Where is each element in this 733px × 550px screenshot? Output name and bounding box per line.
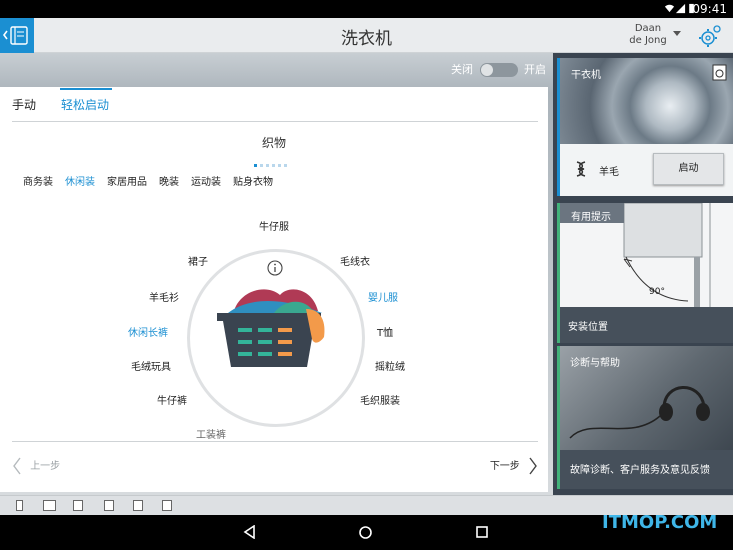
option-skirt[interactable]: 裙子 — [188, 253, 208, 268]
back-button[interactable] — [0, 18, 34, 53]
toggle-on-label: 开启 — [524, 63, 546, 76]
nav-home-icon[interactable] — [358, 525, 373, 540]
help-card[interactable]: 诊断与帮助 故障诊断、客户服务及意见反馈 — [557, 346, 733, 489]
tab-manual[interactable]: 手动 — [12, 96, 36, 113]
page-indicator — [254, 156, 290, 167]
page-dot-active — [254, 164, 257, 167]
dryer-small-icon[interactable] — [133, 500, 143, 511]
dryer-controls: 羊毛 启动 — [560, 144, 733, 196]
user-menu[interactable]: Daan de Jong — [623, 23, 673, 47]
option-workwear[interactable]: 工装裤 — [196, 426, 226, 441]
category-list: 商务装 休闲装 家居用品 晚装 运动装 贴身衣物 — [23, 173, 285, 188]
toggle-knob — [480, 64, 493, 76]
page-dot — [284, 164, 287, 167]
page-dot — [272, 164, 275, 167]
page-dot — [266, 164, 269, 167]
option-sweater[interactable]: 毛线衣 — [340, 253, 370, 268]
fabric-title: 织物 — [261, 136, 286, 150]
category-evening[interactable]: 晚装 — [159, 177, 179, 188]
sidebar: 干衣机 羊毛 启动 有用提示 90° 安装位置 诊断与帮助 故障诊断、客户服务及… — [553, 53, 733, 495]
clock: 09:41 — [692, 2, 727, 16]
chevron-down-icon[interactable] — [673, 31, 681, 36]
toggle-off-label: 关闭 — [451, 63, 473, 76]
option-tshirt[interactable]: T恤 — [377, 324, 393, 339]
power-toggle-row: 关闭 开启 — [451, 61, 546, 77]
start-button[interactable]: 启动 — [653, 153, 724, 185]
tips-card[interactable]: 有用提示 90° 安装位置 — [557, 203, 733, 343]
back-arrow-icon — [3, 26, 28, 45]
page-dot — [278, 164, 281, 167]
next-button[interactable]: 下一步 — [490, 457, 538, 475]
page-dot — [260, 164, 263, 167]
angle-label: 90° — [649, 287, 665, 297]
dishwasher-icon[interactable] — [162, 500, 172, 511]
oven-icon[interactable] — [104, 500, 114, 511]
tips-title: 有用提示 — [571, 212, 611, 223]
easy-start-panel: 手动 轻松启动 织物 商务装 休闲装 家居用品 晚装 运动装 贴身衣物 牛仔服 毛线衣 婴… — [0, 87, 548, 492]
washer-icon[interactable] — [73, 500, 83, 511]
category-home[interactable]: 家居用品 — [107, 177, 147, 188]
option-jeans-wear[interactable]: 牛仔服 — [259, 218, 289, 233]
dryer-icon — [712, 64, 727, 81]
fridge-icon[interactable] — [16, 500, 23, 511]
signal-icon — [675, 3, 686, 14]
wool-icon — [576, 161, 586, 177]
settings-gear-icon[interactable] — [697, 23, 723, 49]
watermark-text: ITMOP.COM — [602, 512, 718, 533]
dryer-title: 干衣机 — [571, 70, 601, 81]
user-first-name: Daan — [634, 23, 662, 34]
option-jeans[interactable]: 牛仔裤 — [157, 392, 187, 407]
tips-caption: 安装位置 — [568, 322, 608, 333]
help-title: 诊断与帮助 — [570, 358, 620, 369]
category-business[interactable]: 商务装 — [23, 177, 53, 188]
active-tab-indicator — [60, 88, 112, 90]
power-toggle[interactable] — [479, 63, 518, 77]
help-caption: 故障诊断、客户服务及意见反馈 — [570, 465, 710, 476]
nav-back-icon[interactable] — [243, 525, 257, 539]
laundry-basket-icon — [217, 289, 325, 367]
nav-divider — [12, 441, 538, 442]
dryer-card[interactable]: 干衣机 羊毛 启动 — [557, 58, 733, 196]
option-cashmere-shirt[interactable]: 羊毛衫 — [149, 289, 179, 304]
chevron-right-icon — [529, 457, 537, 475]
app-bar: 洗衣机 Daan de Jong — [0, 18, 733, 53]
category-casual[interactable]: 休闲装 — [65, 177, 95, 188]
info-icon[interactable] — [266, 259, 284, 277]
option-fleece[interactable]: 摇粒绒 — [375, 358, 405, 373]
status-bar: 09:41 — [0, 0, 733, 18]
prev-button[interactable]: 上一步 — [12, 457, 60, 475]
option-plush-toys[interactable]: 毛绒玩具 — [131, 358, 171, 373]
prev-label: 上一步 — [30, 461, 61, 472]
category-sport[interactable]: 运动装 — [191, 177, 221, 188]
option-knitwear[interactable]: 毛织服装 — [360, 392, 400, 407]
dryer-program: 羊毛 — [599, 167, 619, 178]
option-casual-pants[interactable]: 休闲长裤 — [128, 324, 168, 339]
hob-icon[interactable] — [43, 500, 56, 511]
next-label: 下一步 — [489, 461, 520, 472]
tab-easy-start[interactable]: 轻松启动 — [61, 96, 109, 113]
chevron-left-icon — [13, 457, 21, 475]
category-underwear[interactable]: 贴身衣物 — [233, 177, 273, 188]
option-baby-clothes[interactable]: 婴儿服 — [368, 289, 398, 304]
nav-recents-icon[interactable] — [476, 526, 489, 539]
tab-divider — [12, 121, 538, 122]
wifi-icon — [664, 4, 675, 13]
user-last-name: de Jong — [629, 35, 667, 46]
